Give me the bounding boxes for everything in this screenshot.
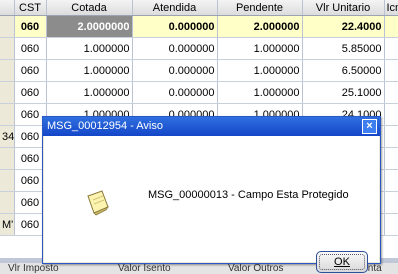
cell-atendida[interactable]: 0.000000	[132, 59, 218, 82]
close-button[interactable]: ×	[362, 119, 377, 134]
cell-icm[interactable]	[384, 15, 398, 38]
row-indicator[interactable]	[0, 15, 15, 38]
cell-icm[interactable]	[384, 169, 398, 192]
header-icm[interactable]: Icm	[384, 0, 398, 16]
header-cst[interactable]: CST	[14, 0, 47, 16]
cell-icm[interactable]	[384, 125, 398, 148]
ok-button-label: OK	[334, 256, 350, 268]
header-left[interactable]	[0, 0, 15, 16]
table-row[interactable]: 060 2.0000000 0.000000 2.000000 22.4000	[0, 15, 398, 38]
row-indicator[interactable]	[0, 37, 15, 60]
cell-pendente[interactable]: 2.000000	[217, 15, 303, 38]
cell-cotada[interactable]: 1.000000	[46, 59, 133, 82]
cell-icm[interactable]	[384, 37, 398, 60]
close-icon: ×	[366, 120, 373, 132]
table-row[interactable]: 060 1.000000 0.000000 1.000000 6.50000	[0, 59, 398, 82]
row-indicator[interactable]	[0, 147, 15, 170]
header-pendente[interactable]: Pendente	[217, 0, 303, 16]
row-indicator[interactable]	[0, 59, 15, 82]
header-vlr-unitario[interactable]: Vlr Unitario	[302, 0, 385, 16]
cell-cotada[interactable]: 2.0000000	[46, 15, 133, 38]
row-indicator[interactable]	[0, 169, 15, 192]
cell-icm[interactable]	[384, 59, 398, 82]
cell-vlr-unitario[interactable]: 5.85000	[302, 37, 385, 60]
cell-icm[interactable]	[384, 191, 398, 214]
cell-cotada[interactable]: 1.000000	[46, 81, 133, 104]
footer-label-valor-outros: Valor Outros	[228, 263, 284, 274]
cell-atendida[interactable]: 0.000000	[132, 15, 218, 38]
cell-icm[interactable]	[384, 103, 398, 126]
dialog-body: MSG_00000013 - Campo Esta Protegido OK	[44, 136, 379, 273]
header-cotada[interactable]: Cotada	[46, 0, 133, 16]
cell-vlr-unitario[interactable]: 22.4000	[302, 15, 385, 38]
cell-pendente[interactable]: 1.000000	[217, 81, 303, 104]
cell-vlr-unitario[interactable]: 25.1000	[302, 81, 385, 104]
row-indicator[interactable]: 34	[0, 125, 15, 148]
header-atendida[interactable]: Atendida	[132, 0, 218, 16]
cell-atendida[interactable]: 0.000000	[132, 81, 218, 104]
dialog-title: MSG_00012954 - Aviso	[47, 120, 163, 132]
cell-vlr-unitario[interactable]: 6.50000	[302, 59, 385, 82]
cell-cst[interactable]: 060	[14, 59, 47, 82]
note-icon	[84, 188, 112, 219]
row-indicator[interactable]	[0, 191, 15, 214]
table-row[interactable]: 060 1.000000 0.000000 1.000000 5.85000	[0, 37, 398, 60]
cell-icm[interactable]	[384, 147, 398, 170]
cell-pendente[interactable]: 1.000000	[217, 37, 303, 60]
dialog-titlebar[interactable]: MSG_00012954 - Aviso ×	[43, 117, 380, 136]
ok-button[interactable]: OK	[316, 251, 368, 273]
cell-cotada[interactable]: 1.000000	[46, 37, 133, 60]
dialog-message: MSG_00000013 - Campo Esta Protegido	[148, 189, 349, 201]
cell-pendente[interactable]: 1.000000	[217, 59, 303, 82]
cell-atendida[interactable]: 0.000000	[132, 37, 218, 60]
cell-icm[interactable]	[384, 81, 398, 104]
cell-cst[interactable]: 060	[14, 15, 47, 38]
row-indicator[interactable]	[0, 81, 15, 104]
row-indicator[interactable]: M'	[0, 213, 15, 236]
table-row[interactable]: 060 1.000000 0.000000 1.000000 25.1000	[0, 81, 398, 104]
cell-cst[interactable]: 060	[14, 81, 47, 104]
cell-icm[interactable]	[384, 213, 398, 236]
row-indicator[interactable]	[0, 103, 15, 126]
warning-dialog: MSG_00012954 - Aviso × MSG_00000013 - Ca…	[42, 116, 381, 273]
footer-label-valor-isento: Valor Isento	[118, 263, 171, 274]
cell-cst[interactable]: 060	[14, 37, 47, 60]
footer-label-vlr-imposto: Vlr Imposto	[8, 263, 59, 274]
header-row: CST Cotada Atendida Pendente Vlr Unitari…	[0, 0, 398, 16]
